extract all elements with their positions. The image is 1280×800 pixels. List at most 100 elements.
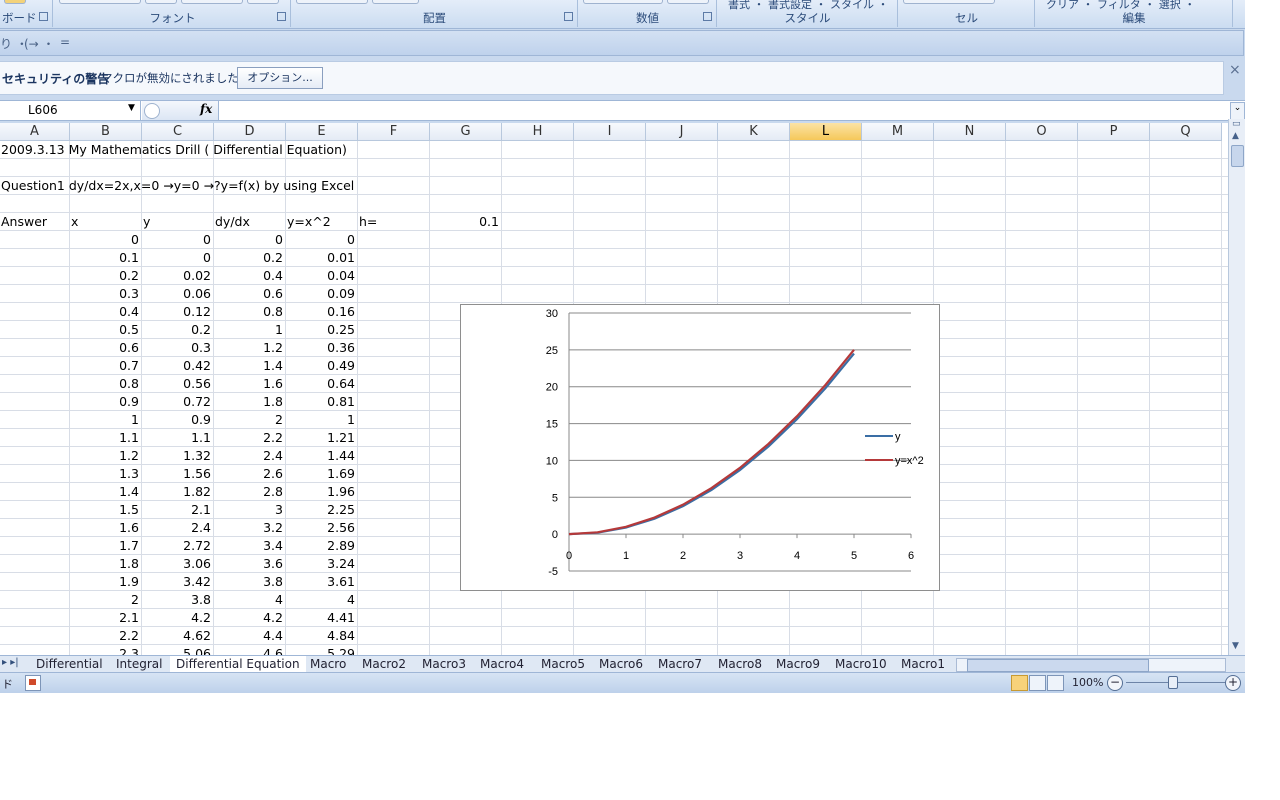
chart[interactable]: -5 0 5 10 15 20 25 30 0 1 2 3 4 5 6 y y=x^2 [460, 304, 940, 591]
table-cell[interactable]: 1.96 [287, 483, 355, 501]
table-cell[interactable]: 0 [215, 231, 283, 249]
tab-macro1[interactable]: Macro1 [895, 656, 951, 672]
table-cell[interactable]: 0.02 [143, 267, 211, 285]
table-cell[interactable]: 0.12 [143, 303, 211, 321]
insert-function-icon[interactable]: fx [200, 102, 212, 116]
table-cell[interactable]: 0.09 [287, 285, 355, 303]
column-header-l[interactable]: L [790, 123, 862, 141]
zoom-level[interactable]: 100% [1072, 676, 1103, 689]
cell-question[interactable]: Question1 dy/dx=2x,x=0 →y=0 →?y=f(x) by … [1, 177, 354, 195]
tab-integral[interactable]: Integral [110, 656, 168, 672]
page-break-view-icon[interactable] [1047, 675, 1064, 691]
table-cell[interactable]: 2.2 [215, 429, 283, 447]
table-cell[interactable]: 5.06 [143, 645, 211, 655]
column-header-d[interactable]: D [214, 123, 286, 141]
table-cell[interactable]: 0.9 [71, 393, 139, 411]
table-cell[interactable]: 0.16 [287, 303, 355, 321]
table-cell[interactable]: 1 [215, 321, 283, 339]
tab-differential-equation[interactable]: Differential Equation [170, 656, 306, 673]
table-cell[interactable]: 2.56 [287, 519, 355, 537]
table-cell[interactable]: 0.3 [143, 339, 211, 357]
tab-macro7[interactable]: Macro7 [652, 656, 708, 672]
table-cell[interactable]: 2.1 [71, 609, 139, 627]
column-header-j[interactable]: J [646, 123, 718, 141]
table-cell[interactable]: 0.2 [143, 321, 211, 339]
table-cell[interactable]: 1.6 [215, 375, 283, 393]
table-cell[interactable]: 0.04 [287, 267, 355, 285]
table-cell[interactable]: 0.7 [71, 357, 139, 375]
tab-macro2[interactable]: Macro2 [356, 656, 412, 672]
table-cell[interactable]: 0.2 [215, 249, 283, 267]
table-cell[interactable]: 3.8 [143, 591, 211, 609]
column-header-i[interactable]: I [574, 123, 646, 141]
table-cell[interactable]: 0.06 [143, 285, 211, 303]
table-cell[interactable]: 2.72 [143, 537, 211, 555]
number-launcher[interactable] [703, 12, 712, 21]
table-cell[interactable]: 0.9 [143, 411, 211, 429]
name-box[interactable]: L606 ▼ [0, 101, 141, 120]
zoom-out-icon[interactable]: − [1107, 675, 1123, 691]
tab-differential[interactable]: Differential [30, 656, 109, 672]
table-cell[interactable]: 1.2 [71, 447, 139, 465]
tab-macro9[interactable]: Macro9 [770, 656, 826, 672]
number-buttons[interactable] [583, 0, 713, 4]
table-cell[interactable]: 0.8 [215, 303, 283, 321]
vertical-scroll-thumb[interactable] [1231, 145, 1244, 167]
table-cell[interactable]: 2.4 [215, 447, 283, 465]
tab-macro10[interactable]: Macro10 [829, 656, 893, 672]
table-cell[interactable]: 4.4 [215, 627, 283, 645]
table-cell[interactable]: 4.6 [215, 645, 283, 655]
table-cell[interactable]: 2.1 [143, 501, 211, 519]
cell-answer-label[interactable]: Answer [1, 213, 47, 231]
table-cell[interactable]: 1.32 [143, 447, 211, 465]
table-cell[interactable]: 0.42 [143, 357, 211, 375]
table-cell[interactable]: 1.56 [143, 465, 211, 483]
cells-buttons[interactable] [903, 0, 999, 4]
horizontal-scrollbar[interactable] [956, 658, 1226, 672]
table-cell[interactable]: 3.06 [143, 555, 211, 573]
table-cell[interactable]: 0 [71, 231, 139, 249]
column-header-k[interactable]: K [718, 123, 790, 141]
table-cell[interactable]: 0.6 [215, 285, 283, 303]
table-cell[interactable]: 2.3 [71, 645, 139, 655]
column-header-m[interactable]: M [862, 123, 934, 141]
tab-nav-icon[interactable]: ▸ ▸| [2, 657, 19, 668]
column-header-b[interactable]: B [70, 123, 142, 141]
table-cell[interactable]: 1.5 [71, 501, 139, 519]
table-cell[interactable]: 2.2 [71, 627, 139, 645]
vertical-scrollbar[interactable]: ▭ ▲ ▼ [1228, 119, 1245, 655]
scroll-up-icon[interactable]: ▲ [1232, 131, 1239, 141]
font-buttons[interactable] [59, 0, 283, 4]
redo-button[interactable]: (→ ・ [24, 35, 55, 52]
table-cell[interactable]: 3.6 [215, 555, 283, 573]
table-cell[interactable]: 1.4 [215, 357, 283, 375]
clipboard-buttons[interactable] [4, 0, 30, 4]
table-cell[interactable]: 1.44 [287, 447, 355, 465]
table-cell[interactable]: 3.24 [287, 555, 355, 573]
page-layout-view-icon[interactable] [1029, 675, 1046, 691]
zoom-in-icon[interactable]: + [1225, 675, 1241, 691]
tab-macro5[interactable]: Macro5 [535, 656, 591, 672]
table-cell[interactable]: 0.8 [71, 375, 139, 393]
table-cell[interactable]: 3 [215, 501, 283, 519]
table-cell[interactable]: 0.36 [287, 339, 355, 357]
table-cell[interactable]: 1.7 [71, 537, 139, 555]
column-header-c[interactable]: C [142, 123, 214, 141]
table-cell[interactable]: 0.3 [71, 285, 139, 303]
expand-formula-icon[interactable]: ⌄ [1230, 102, 1245, 120]
cell-header-yx2[interactable]: y=x^2 [287, 213, 331, 231]
table-cell[interactable]: 3.42 [143, 573, 211, 591]
column-header-o[interactable]: O [1006, 123, 1078, 141]
table-cell[interactable]: 0.72 [143, 393, 211, 411]
cell-h-value[interactable]: 0.1 [431, 213, 499, 231]
table-cell[interactable]: 1.2 [215, 339, 283, 357]
table-cell[interactable]: 3.8 [215, 573, 283, 591]
table-cell[interactable]: 0 [287, 231, 355, 249]
table-cell[interactable]: 2.89 [287, 537, 355, 555]
table-cell[interactable]: 0.6 [71, 339, 139, 357]
macro-record-icon[interactable] [25, 675, 41, 691]
table-cell[interactable]: 1.82 [143, 483, 211, 501]
table-cell[interactable]: 5.29 [287, 645, 355, 655]
table-cell[interactable]: 2.8 [215, 483, 283, 501]
tab-macro8[interactable]: Macro8 [712, 656, 768, 672]
